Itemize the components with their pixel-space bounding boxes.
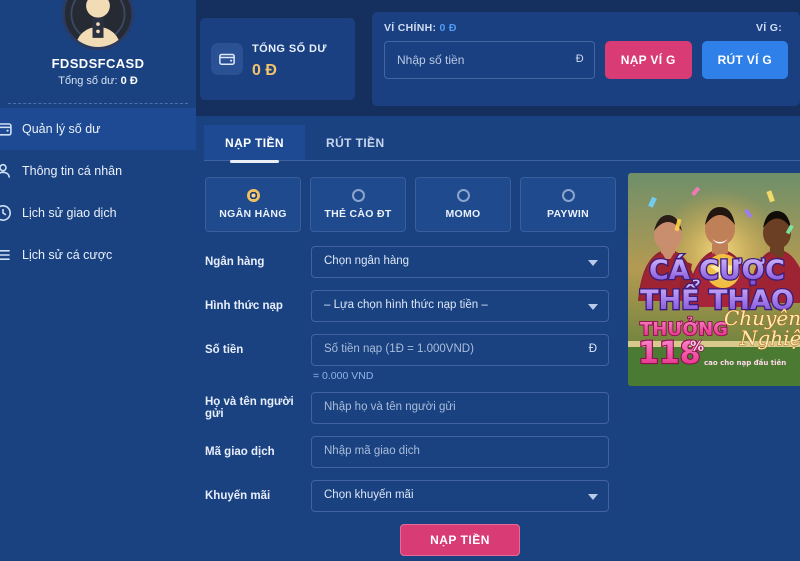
total-balance-value: 0 Đ bbox=[252, 61, 277, 79]
sidebar-item-bet-history[interactable]: Lịch sử cá cược bbox=[0, 234, 196, 276]
wallet-icon bbox=[0, 118, 14, 140]
method-label: NGÂN HÀNG bbox=[219, 208, 287, 220]
wallet-amount-placeholder: Nhập số tiền bbox=[397, 53, 465, 67]
sidebar-divider bbox=[8, 103, 188, 104]
amount-input[interactable]: Số tiền nạp (1Đ = 1.000VND) Đ bbox=[311, 334, 609, 366]
method-bank[interactable]: NGÂN HÀNG bbox=[205, 177, 301, 232]
deposit-type-value: – Lựa chọn hình thức nạp tiền – bbox=[324, 299, 488, 311]
radio-selected-icon[interactable] bbox=[246, 189, 260, 202]
wallet-labels-row: VÍ CHÍNH: 0 Đ VÍ G: bbox=[384, 22, 788, 34]
field-label: Số tiền bbox=[205, 344, 244, 356]
amount-placeholder: Số tiền nạp (1Đ = 1.000VND) bbox=[324, 343, 474, 355]
radio-icon[interactable] bbox=[561, 189, 575, 202]
wallet-actions-card: VÍ CHÍNH: 0 Đ VÍ G: Nhập số tiền Đ NẠP V… bbox=[372, 12, 800, 106]
field-label: Ngân hàng bbox=[205, 256, 265, 268]
method-paywin[interactable]: PAYWIN bbox=[520, 177, 616, 232]
sender-name-placeholder: Nhập họ và tên người gửi bbox=[324, 401, 456, 413]
profile-balance-value: 0 Đ bbox=[120, 75, 138, 87]
deposit-withdraw-tabs: NẠP TIỀN RÚT TIỀN bbox=[204, 125, 800, 163]
sidebar: FDSDSFCASD Tổng số dư: 0 Đ Quản lý số dư bbox=[0, 0, 196, 561]
bank-select[interactable]: Chọn ngân hàng bbox=[311, 246, 609, 278]
sidebar-item-balance-management[interactable]: Quản lý số dư bbox=[0, 108, 196, 150]
chevron-down-icon bbox=[588, 304, 598, 310]
amount-currency: Đ bbox=[588, 343, 597, 355]
account-wallet-page: FDSDSFCASD Tổng số dư: 0 Đ Quản lý số dư bbox=[0, 0, 800, 561]
wallet-icon bbox=[211, 43, 243, 75]
banner-line1: CÁ CƯỢC bbox=[649, 254, 785, 286]
sidebar-item-transaction-history[interactable]: Lịch sử giao dịch bbox=[0, 192, 196, 234]
banner-percent-sign: % bbox=[690, 339, 704, 355]
sidebar-item-personal-info[interactable]: Thông tin cá nhân bbox=[0, 150, 196, 192]
method-momo[interactable]: MOMO bbox=[415, 177, 511, 232]
user-icon bbox=[0, 160, 14, 182]
radio-icon[interactable] bbox=[456, 189, 470, 202]
method-label: MOMO bbox=[445, 208, 481, 220]
topbar: TỔNG SỐ DƯ 0 Đ VÍ CHÍNH: 0 Đ VÍ G: Nhập … bbox=[200, 12, 800, 106]
sidebar-menu: Quản lý số dư Thông tin cá nhân Lịch sử … bbox=[0, 108, 196, 276]
transaction-code-placeholder: Nhập mã giao dịch bbox=[324, 445, 420, 457]
method-phone-card[interactable]: THẺ CÀO ĐT bbox=[310, 177, 406, 232]
clock-icon bbox=[0, 202, 14, 224]
g-wallet-label: VÍ G: bbox=[755, 22, 782, 34]
promotion-select[interactable]: Chọn khuyến mãi bbox=[311, 480, 609, 512]
withdraw-g-wallet-button[interactable]: RÚT VÍ G bbox=[701, 41, 788, 79]
submit-row: NẠP TIỀN bbox=[311, 524, 609, 556]
main-wallet-label: VÍ CHÍNH: bbox=[384, 22, 437, 34]
tab-deposit[interactable]: NẠP TIỀN bbox=[204, 125, 305, 163]
sidebar-item-label: Quản lý số dư bbox=[22, 122, 101, 136]
method-label: THẺ CÀO ĐT bbox=[324, 208, 392, 220]
main-wallet-info: VÍ CHÍNH: 0 Đ bbox=[384, 22, 457, 34]
payment-method-group: NGÂN HÀNG THẺ CÀO ĐT MOMO PAYWIN bbox=[205, 177, 616, 232]
field-label: Họ và tên người gửi bbox=[205, 396, 294, 420]
sports-betting-promo-banner[interactable]: CÁ CƯỢC THỂ THAO THƯỞNG Chuyên Nghiệp 11… bbox=[628, 173, 800, 386]
main-wallet-value: 0 Đ bbox=[439, 22, 457, 34]
banner-artwork: CÁ CƯỢC THỂ THAO THƯỞNG Chuyên Nghiệp 11… bbox=[628, 173, 800, 386]
transaction-code-input[interactable]: Nhập mã giao dịch bbox=[311, 436, 609, 468]
wallet-controls-row: Nhập số tiền Đ NẠP VÍ G RÚT VÍ G bbox=[384, 41, 788, 79]
sidebar-item-label: Thông tin cá nhân bbox=[22, 164, 123, 178]
promotion-select-value: Chọn khuyến mãi bbox=[324, 489, 414, 501]
field-transaction-code: Mã giao dịch Nhập mã giao dịch bbox=[205, 436, 799, 468]
field-label: Khuyến mãi bbox=[205, 490, 271, 502]
deposit-submit-button[interactable]: NẠP TIỀN bbox=[400, 524, 520, 556]
wallet-amount-input[interactable]: Nhập số tiền Đ bbox=[384, 41, 595, 79]
field-sender-name: Họ và tên người gửi Nhập họ và tên người… bbox=[205, 392, 799, 424]
deposit-type-select[interactable]: – Lựa chọn hình thức nạp tiền – bbox=[311, 290, 609, 322]
field-label: Mã giao dịch bbox=[205, 446, 275, 458]
field-promotion: Khuyến mãi Chọn khuyến mãi bbox=[205, 480, 799, 512]
sidebar-profile: FDSDSFCASD Tổng số dư: 0 Đ bbox=[0, 0, 196, 104]
chevron-down-icon bbox=[588, 494, 598, 500]
profile-balance: Tổng số dư: 0 Đ bbox=[0, 75, 196, 87]
list-icon bbox=[0, 244, 14, 266]
radio-icon[interactable] bbox=[351, 189, 365, 202]
banner-script2: Nghiệp bbox=[739, 326, 800, 350]
total-balance-label: TỔNG SỐ DƯ bbox=[252, 42, 327, 55]
method-label: PAYWIN bbox=[546, 208, 590, 220]
chevron-down-icon bbox=[588, 260, 598, 266]
tab-withdraw[interactable]: RÚT TIỀN bbox=[305, 125, 406, 160]
bank-select-value: Chọn ngân hàng bbox=[324, 255, 410, 267]
sidebar-item-label: Lịch sử giao dịch bbox=[22, 206, 117, 220]
user-avatar-icon bbox=[62, 0, 134, 50]
deposit-g-wallet-button[interactable]: NẠP VÍ G bbox=[604, 41, 692, 79]
banner-subtext: cao cho nạp đầu tiên bbox=[704, 359, 786, 367]
profile-username: FDSDSFCASD bbox=[51, 56, 145, 71]
field-label: Hình thức nạp bbox=[205, 300, 283, 312]
wallet-amount-currency: Đ bbox=[575, 53, 584, 65]
avatar-svg bbox=[65, 0, 131, 47]
total-balance-card: TỔNG SỐ DƯ 0 Đ bbox=[200, 18, 355, 100]
sender-name-input[interactable]: Nhập họ và tên người gửi bbox=[311, 392, 609, 424]
profile-balance-label: Tổng số dư: bbox=[58, 75, 118, 87]
sidebar-item-label: Lịch sử cá cược bbox=[22, 248, 113, 262]
